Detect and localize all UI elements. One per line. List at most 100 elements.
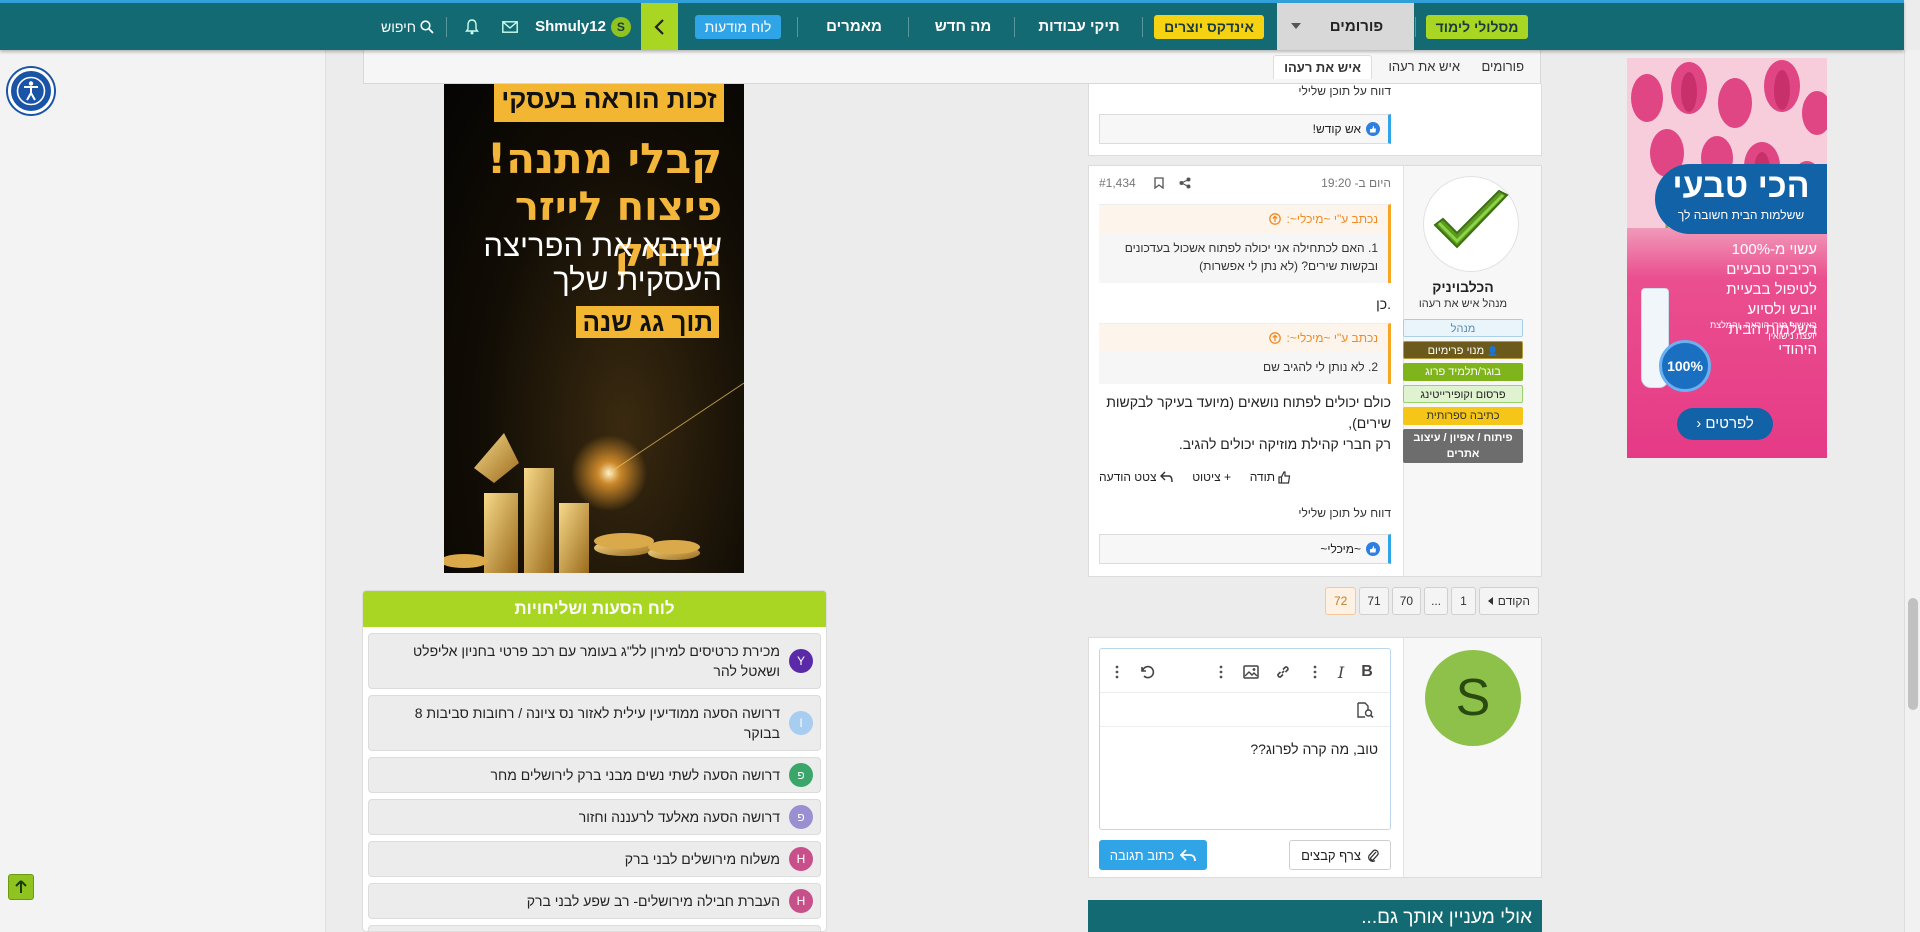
scroll-to-top-button[interactable] bbox=[8, 874, 34, 900]
quote-message-label: צטט הודעה bbox=[1099, 470, 1157, 484]
page-current[interactable]: 72 bbox=[1325, 587, 1357, 615]
ride-title[interactable]: דרושה הסעה ממודיעין עילית לאזור נס ציונה… bbox=[415, 705, 780, 741]
nav-forums[interactable]: פורומים bbox=[1277, 3, 1414, 50]
reply-icon bbox=[1180, 848, 1197, 861]
nav-divider bbox=[1014, 17, 1015, 37]
image-icon[interactable] bbox=[1242, 663, 1260, 681]
bookmark-icon[interactable] bbox=[1154, 177, 1164, 189]
page-ellipsis[interactable]: ... bbox=[1424, 587, 1449, 615]
link-icon[interactable] bbox=[1274, 663, 1292, 681]
ride-list-item[interactable]: הדרושה הסעה במשלוח ע"ג אזור מירושלים לבי… bbox=[368, 925, 821, 931]
post-timestamp[interactable]: היום ב- 19:20 bbox=[1321, 176, 1391, 190]
inbox-icon[interactable] bbox=[498, 3, 522, 50]
reply-user-avatar[interactable]: S bbox=[1425, 650, 1521, 746]
ride-user-avatar[interactable]: H bbox=[789, 847, 813, 871]
ride-user-avatar[interactable]: פ bbox=[789, 805, 813, 829]
editor-toolbar-row2 bbox=[1100, 693, 1390, 727]
page-prev-button[interactable]: הקודם bbox=[1478, 587, 1540, 615]
page-link[interactable]: 70 bbox=[1391, 587, 1422, 615]
more-vertical-icon[interactable] bbox=[1212, 663, 1230, 681]
subnav-forums[interactable]: פורומים bbox=[1472, 55, 1535, 79]
nav-whats-new[interactable]: מה חדש bbox=[915, 3, 1011, 50]
subnav-active-tab[interactable]: איש את רעהו bbox=[1273, 55, 1372, 79]
author-avatar[interactable] bbox=[1423, 176, 1519, 272]
ride-title[interactable]: דרושה הסעה לשתי נשים מבני ברק לירושלים מ… bbox=[491, 767, 780, 783]
reaction-summary[interactable]: ~מיכלי~ bbox=[1099, 534, 1391, 564]
scrollbar-thumb[interactable] bbox=[1908, 598, 1918, 710]
quote-author: נכתב ע"י ~מיכלי~: bbox=[1286, 331, 1378, 345]
advertisement-banner-left[interactable]: זכות הוראה בעסקי קבלי מתנה! פיצוח לייזר … bbox=[444, 84, 744, 573]
badge-copywriting: פרסום וקופירייטינג bbox=[1403, 385, 1523, 403]
post-body-line: כולם יכולים לפתוח נושאים (מיועד בעיקר לב… bbox=[1106, 394, 1391, 431]
ad-right-cta-label: לפרטים bbox=[1705, 415, 1754, 432]
ride-list-item[interactable]: H העברת חבילה מירושלים- רב שפע לבני ברק bbox=[368, 883, 821, 919]
bell-icon[interactable] bbox=[460, 3, 484, 50]
nav-search-label: חיפוש bbox=[381, 18, 416, 35]
reply-textarea[interactable]: טוב, מה קרה לפרוג?? bbox=[1250, 741, 1378, 757]
ride-user-avatar[interactable]: Y bbox=[789, 649, 813, 673]
nav-ads-board-label[interactable]: לוח מודעות bbox=[694, 14, 782, 39]
author-title: מנהל איש את רעהו bbox=[1418, 298, 1508, 310]
caret-down-icon[interactable] bbox=[1291, 23, 1301, 29]
ride-title[interactable]: מכירת כרטיסים למירון לל"ג בעומר עם רכב פ… bbox=[413, 643, 780, 679]
nav-portfolio-label: תיקי עבודות bbox=[1038, 18, 1120, 35]
page-link[interactable]: 71 bbox=[1359, 587, 1389, 615]
ad-left-highlight: תוך גג שנה bbox=[576, 306, 719, 338]
submit-reply-button[interactable]: כתוב תגובה bbox=[1099, 840, 1207, 870]
nav-user[interactable]: Shmuly12 S bbox=[530, 3, 636, 50]
caret-left-icon bbox=[1487, 597, 1493, 605]
author-name[interactable]: הכלבויניק bbox=[1403, 279, 1523, 295]
ad-right-cta-button[interactable]: לפרטים ‹ bbox=[1677, 408, 1773, 440]
undo-icon[interactable] bbox=[1138, 663, 1156, 681]
ride-title[interactable]: משלוח מירושלים לבני ברק bbox=[625, 851, 780, 867]
ride-user-avatar[interactable]: H bbox=[789, 889, 813, 913]
file-search-icon[interactable] bbox=[1356, 701, 1374, 719]
nav-articles[interactable]: מאמרים bbox=[804, 3, 904, 50]
attach-files-button[interactable]: צרף קבצים bbox=[1289, 840, 1391, 870]
nav-creators-index-label[interactable]: אינדקס יוצרים bbox=[1154, 14, 1264, 39]
more-vertical-icon[interactable] bbox=[1108, 663, 1126, 681]
quote-header[interactable]: נכתב ע"י ~מיכלי~: bbox=[1099, 324, 1388, 352]
ride-list-item[interactable]: I דרושה הסעה ממודיעין עילית לאזור נס ציונ… bbox=[368, 695, 821, 751]
post-actions: תודה + ציטוט צטט הודעה bbox=[1099, 470, 1391, 488]
nav-creators-index[interactable]: אינדקס יוצרים bbox=[1148, 3, 1270, 50]
ride-title[interactable]: דרושה הסעה מאלעד לרעננה וחזור bbox=[579, 809, 780, 825]
subnav-ish-et-reehu[interactable]: איש את רעהו bbox=[1378, 55, 1470, 79]
previous-post: דווח על תוכן שלילי אש קודש! bbox=[1088, 84, 1542, 156]
report-link[interactable]: דווח על תוכן שלילי bbox=[1099, 506, 1391, 520]
quote-block-1: נכתב ע"י ~מיכלי~: 1. האם לכתחילה אני יכו… bbox=[1099, 204, 1391, 283]
ride-title[interactable]: העברת חבילה מירושלים- רב שפע לבני ברק bbox=[527, 893, 780, 909]
reaction-summary[interactable]: אש קודש! bbox=[1099, 114, 1391, 144]
ride-list-item[interactable]: פ דרושה הסעה לשתי נשים מבני ברק לירושלים … bbox=[368, 757, 821, 793]
page-link[interactable]: 1 bbox=[1451, 587, 1476, 615]
reaction-text: אש קודש! bbox=[1312, 122, 1361, 136]
post-number[interactable]: #1,434 bbox=[1099, 176, 1136, 190]
ride-user-avatar[interactable]: I bbox=[789, 711, 813, 735]
thanks-button[interactable]: תודה bbox=[1250, 470, 1291, 484]
report-link[interactable]: דווח על תוכן שלילי bbox=[1099, 84, 1391, 98]
nav-articles-label: מאמרים bbox=[826, 18, 882, 35]
nav-learning-paths[interactable]: מסלולי לימוד bbox=[1422, 3, 1532, 50]
quote-button[interactable]: + ציטוט bbox=[1192, 470, 1231, 484]
ad-right-100-badge: 100% bbox=[1659, 340, 1711, 392]
italic-icon[interactable]: I bbox=[1332, 663, 1350, 682]
nav-search[interactable]: חיפוש bbox=[375, 3, 440, 50]
ride-user-avatar[interactable]: פ bbox=[789, 763, 813, 787]
ride-list-item[interactable]: פ דרושה הסעה מאלעד לרעננה וחזור bbox=[368, 799, 821, 835]
ride-list-item[interactable]: H משלוח מירושלים לבני ברק bbox=[368, 841, 821, 877]
ad-right-headline: הכי טבעי bbox=[1672, 167, 1810, 205]
nav-learning-paths-label[interactable]: מסלולי לימוד bbox=[1425, 14, 1529, 39]
nav-collapse-toggle[interactable] bbox=[641, 3, 678, 50]
quote-header[interactable]: נכתב ע"י ~מיכלי~: bbox=[1099, 205, 1388, 233]
advertisement-banner-right[interactable]: הכי טבעי ששלמות הבית חשובה לך עשוי מ-100… bbox=[1627, 58, 1827, 458]
page-scrollbar[interactable] bbox=[1904, 50, 1920, 932]
accessibility-icon[interactable] bbox=[8, 68, 54, 114]
quote-message-button[interactable]: צטט הודעה bbox=[1099, 470, 1173, 484]
ride-list-item[interactable]: Y מכירת כרטיסים למירון לל"ג בעומר עם רכב … bbox=[368, 633, 821, 689]
more-vertical-icon[interactable] bbox=[1306, 663, 1324, 681]
nav-portfolio[interactable]: תיקי עבודות bbox=[1020, 3, 1138, 50]
bold-icon[interactable]: B bbox=[1358, 663, 1376, 681]
nav-ads-board[interactable]: לוח מודעות bbox=[686, 3, 790, 50]
nav-username: Shmuly12 bbox=[535, 18, 606, 35]
share-icon[interactable] bbox=[1179, 177, 1191, 189]
